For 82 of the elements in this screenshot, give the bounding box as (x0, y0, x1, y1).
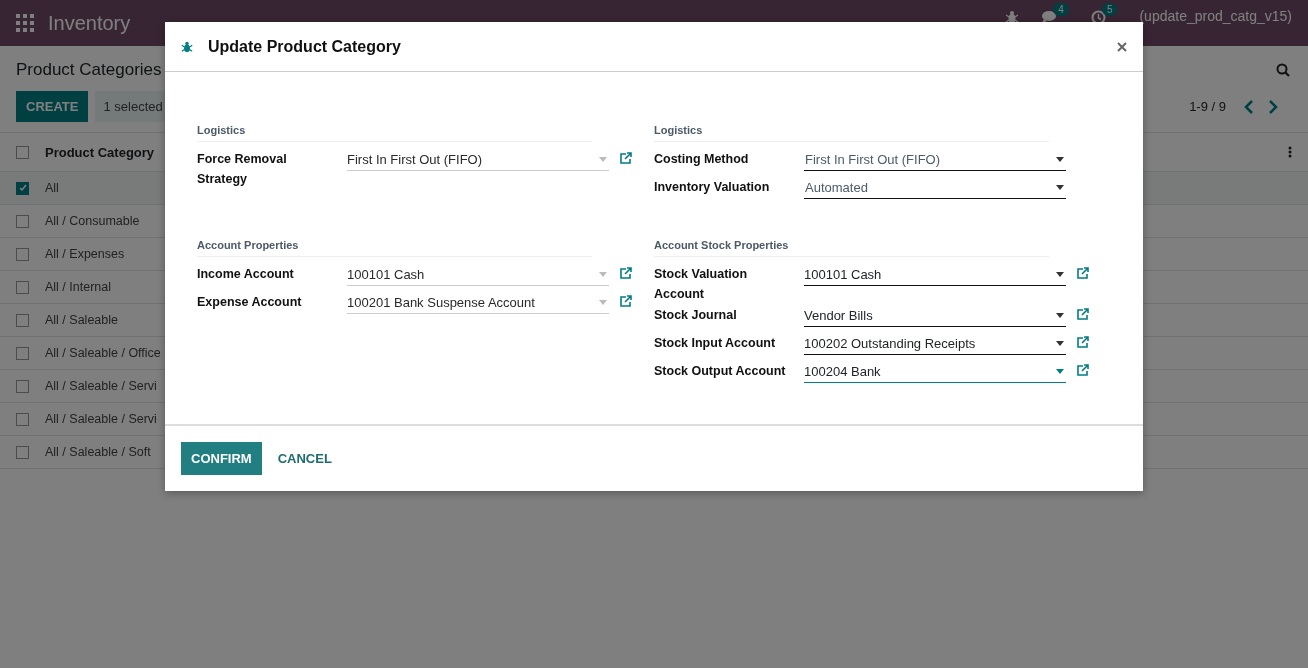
section-heading: Account Stock Properties (654, 234, 1049, 257)
dropdown-field[interactable]: 100101 Cash (804, 263, 1066, 286)
table-cell: All / Consumable (45, 214, 140, 228)
caret-icon (1056, 368, 1064, 374)
checkbox[interactable] (16, 145, 29, 159)
external-link-icon (1076, 336, 1089, 348)
confirm-button[interactable]: CONFIRM (181, 442, 262, 475)
table-cell: All / Saleable / Office (45, 346, 161, 360)
external-link-button[interactable] (1076, 336, 1089, 348)
external-link-icon (1076, 308, 1089, 320)
search-icon (1276, 63, 1290, 77)
caret-icon (1056, 156, 1064, 162)
field-label: Force Removal Strategy (197, 151, 288, 188)
dropdown-field[interactable]: Automated (804, 176, 1066, 199)
external-link-button[interactable] (1076, 364, 1089, 376)
caret-icon (599, 299, 607, 305)
external-link-icon (1076, 364, 1089, 376)
caret-icon (1056, 271, 1064, 277)
table-cell: All / Saleable / Servi (45, 412, 157, 426)
section-heading: Logistics (654, 119, 1049, 142)
checkbox[interactable] (16, 412, 29, 426)
checkbox[interactable] (16, 346, 29, 360)
field-label: Inventory Valuation (654, 179, 771, 196)
section-heading: Logistics (197, 119, 592, 142)
external-link-button[interactable] (619, 152, 632, 164)
table-cell: All / Internal (45, 280, 111, 294)
field-label: Stock Input Account (654, 335, 777, 352)
apps-menu-icon (16, 14, 34, 32)
more-options-icon (1288, 146, 1292, 158)
dialog-title: Update Product Category (208, 37, 401, 56)
dropdown-field[interactable]: First In First Out (FIFO) (347, 148, 609, 171)
dropdown-field[interactable]: First In First Out (FIFO) (804, 148, 1066, 171)
caret-icon (1056, 184, 1064, 190)
dropdown-field[interactable]: 100101 Cash (347, 263, 609, 286)
checkbox[interactable] (16, 313, 29, 327)
checkbox[interactable] (16, 379, 29, 393)
checkbox[interactable] (16, 445, 29, 459)
checkbox[interactable] (16, 247, 29, 261)
field-label: Income Account (197, 266, 295, 283)
caret-icon (1056, 312, 1064, 318)
field-label: Costing Method (654, 151, 750, 168)
external-link-button[interactable] (619, 295, 632, 307)
caret-icon (599, 271, 607, 277)
dropdown-field[interactable]: 100204 Bank (804, 360, 1066, 383)
caret-icon (1056, 340, 1064, 346)
external-link-icon (1076, 267, 1089, 279)
table-cell: All / Expenses (45, 247, 125, 261)
page-title: Product Categories (16, 60, 162, 80)
count-badge: 4 (1053, 2, 1069, 16)
table-cell: All / Saleable / Servi (45, 379, 157, 393)
previous-icon (1244, 99, 1254, 114)
table-cell: All / Saleable / Soft (45, 445, 151, 459)
dropdown-field[interactable]: Vendor Bills (804, 304, 1066, 327)
bug-icon (181, 40, 193, 53)
field-label: Stock Valuation Account (654, 266, 749, 303)
section-heading: Account Properties (197, 234, 592, 257)
field-label: Expense Account (197, 294, 303, 311)
table-cell: All / Saleable (45, 313, 118, 327)
app-name[interactable]: Inventory (48, 11, 131, 35)
table-cell: All (45, 181, 59, 195)
column-header[interactable]: Product Category (45, 144, 155, 160)
external-link-button[interactable] (619, 267, 632, 279)
checkbox[interactable] (16, 214, 29, 228)
external-link-icon (619, 295, 632, 307)
external-link-icon (619, 152, 632, 164)
dropdown-field[interactable]: 100201 Bank Suspense Account (347, 291, 609, 314)
external-link-button[interactable] (1076, 267, 1089, 279)
user-menu[interactable]: (update_prod_catg_v15) (1139, 8, 1292, 24)
dropdown-field[interactable]: 100202 Outstanding Receipts (804, 332, 1066, 355)
checkbox[interactable] (16, 181, 29, 195)
next-icon (1268, 99, 1278, 114)
cancel-button[interactable]: CANCEL (261, 442, 348, 475)
field-label: Stock Journal (654, 307, 738, 324)
external-link-button[interactable] (1076, 308, 1089, 320)
close-icon (1117, 41, 1127, 52)
check-icon (18, 184, 27, 192)
caret-icon (599, 156, 607, 162)
count-badge: 5 (1101, 2, 1118, 16)
field-label: Stock Output Account (654, 363, 787, 380)
external-link-icon (619, 267, 632, 279)
checkbox[interactable] (16, 280, 29, 294)
pager-value: 1-9 / 9 (1189, 99, 1226, 114)
